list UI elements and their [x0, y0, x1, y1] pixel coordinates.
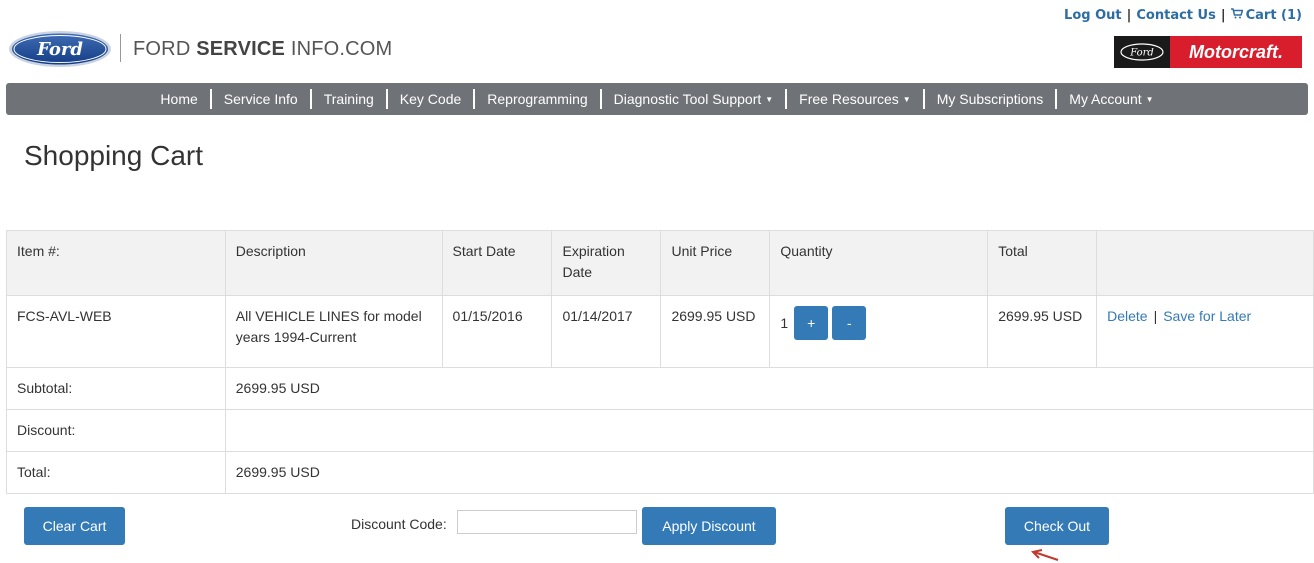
- nav-label: Free Resources: [799, 91, 899, 107]
- brand-prefix: FORD: [133, 38, 197, 60]
- apply-discount-button[interactable]: Apply Discount: [642, 507, 776, 545]
- motorcraft-label: Motorcraft.: [1170, 36, 1302, 68]
- decrease-quantity-button[interactable]: -: [832, 306, 867, 340]
- motorcraft-logo[interactable]: Ford Motorcraft.: [1114, 36, 1302, 68]
- check-out-button[interactable]: Check Out: [1005, 507, 1109, 545]
- header-expiration-date: Expiration Date: [551, 230, 662, 296]
- cart-link-label: Cart (1): [1245, 8, 1302, 23]
- cart-icon: [1230, 8, 1244, 23]
- cell-item-no: FCS-AVL-WEB: [6, 295, 226, 368]
- caret-down-icon: ▼: [1145, 95, 1154, 105]
- brand-divider: [120, 34, 121, 62]
- subtotal-row: Subtotal: 2699.95 USD: [6, 367, 1314, 410]
- header-quantity: Quantity: [769, 230, 989, 296]
- header-start-date: Start Date: [441, 230, 553, 296]
- pointer-arrow-icon: [1031, 549, 1059, 561]
- save-for-later-link[interactable]: Save for Later: [1163, 308, 1251, 324]
- discount-row: Discount:: [6, 409, 1314, 452]
- ford-mini-logo: Ford: [1114, 36, 1170, 68]
- separator: |: [1220, 8, 1226, 23]
- total-row: Total: 2699.95 USD: [6, 451, 1314, 494]
- subtotal-value: 2699.95 USD: [224, 367, 1314, 410]
- nav-label: Service Info: [223, 91, 298, 107]
- nav-my-subscriptions[interactable]: My Subscriptions: [925, 89, 1058, 109]
- caret-down-icon: ▼: [902, 95, 911, 105]
- cell-quantity: 1 + -: [769, 295, 989, 368]
- header-total: Total: [987, 230, 1098, 296]
- cart-table: Item #: Description Start Date Expiratio…: [6, 230, 1314, 494]
- total-label: Total:: [6, 451, 226, 494]
- increase-quantity-button[interactable]: +: [794, 306, 829, 340]
- contact-us-link[interactable]: Contact Us: [1136, 8, 1215, 23]
- nav-diagnostic-tool-support[interactable]: Diagnostic Tool Support ▼: [602, 89, 788, 109]
- table-row: FCS-AVL-WEB All VEHICLE LINES for model …: [6, 295, 1314, 368]
- nav-label: Key Code: [399, 91, 462, 107]
- quantity-stepper: 1 + -: [780, 306, 977, 340]
- logout-link[interactable]: Log Out: [1064, 8, 1122, 23]
- nav-label: My Account: [1069, 91, 1142, 107]
- nav-label: My Subscriptions: [936, 91, 1044, 107]
- cart-link[interactable]: Cart (1): [1230, 8, 1302, 23]
- top-links: Log Out | Contact Us | Cart (1): [1064, 8, 1302, 23]
- cell-total: 2699.95 USD: [987, 295, 1098, 368]
- cell-description: All VEHICLE LINES for model years 1994-C…: [224, 295, 443, 368]
- nav-label: Home: [160, 91, 198, 107]
- cell-expiration-date: 01/14/2017: [551, 295, 662, 368]
- delete-link[interactable]: Delete: [1107, 308, 1147, 324]
- quantity-value: 1: [780, 314, 789, 331]
- nav-my-account[interactable]: My Account ▼: [1057, 89, 1165, 109]
- ford-logo[interactable]: Ford: [8, 30, 112, 68]
- nav-label: Reprogramming: [487, 91, 588, 107]
- nav-label: Training: [323, 91, 374, 107]
- main-nav: Home Service Info Training Key Code Repr…: [6, 83, 1308, 115]
- svg-text:Ford: Ford: [1129, 48, 1154, 59]
- nav-service-info[interactable]: Service Info: [212, 89, 312, 109]
- subtotal-label: Subtotal:: [6, 367, 226, 410]
- site-brand[interactable]: FORD SERVICE INFO.COM: [133, 38, 392, 61]
- discount-code-input[interactable]: [457, 510, 637, 534]
- nav-label: Diagnostic Tool Support: [613, 91, 762, 107]
- nav-key-code[interactable]: Key Code: [388, 89, 476, 109]
- nav-reprogramming[interactable]: Reprogramming: [475, 89, 602, 109]
- brand-bold: SERVICE: [196, 38, 286, 60]
- nav-free-resources[interactable]: Free Resources ▼: [787, 89, 925, 109]
- page-title: Shopping Cart: [24, 140, 204, 171]
- nav-home[interactable]: Home: [148, 89, 212, 109]
- brand-suffix: INFO.COM: [285, 38, 393, 60]
- separator: |: [1126, 8, 1132, 23]
- header-unit-price: Unit Price: [660, 230, 771, 296]
- header-actions: [1096, 230, 1314, 296]
- discount-code-label: Discount Code:: [351, 516, 447, 532]
- cell-start-date: 01/15/2016: [441, 295, 553, 368]
- header-description: Description: [224, 230, 443, 296]
- header-item-no: Item #:: [6, 230, 226, 296]
- cell-unit-price: 2699.95 USD: [660, 295, 771, 368]
- clear-cart-button[interactable]: Clear Cart: [24, 507, 125, 545]
- separator: |: [1153, 308, 1158, 324]
- caret-down-icon: ▼: [765, 95, 774, 105]
- discount-label: Discount:: [6, 409, 226, 452]
- cell-actions: Delete | Save for Later: [1096, 295, 1314, 368]
- nav-training[interactable]: Training: [312, 89, 388, 109]
- table-header-row: Item #: Description Start Date Expiratio…: [6, 230, 1314, 296]
- discount-value: [224, 409, 1314, 452]
- svg-text:Ford: Ford: [36, 39, 83, 60]
- total-value: 2699.95 USD: [224, 451, 1314, 494]
